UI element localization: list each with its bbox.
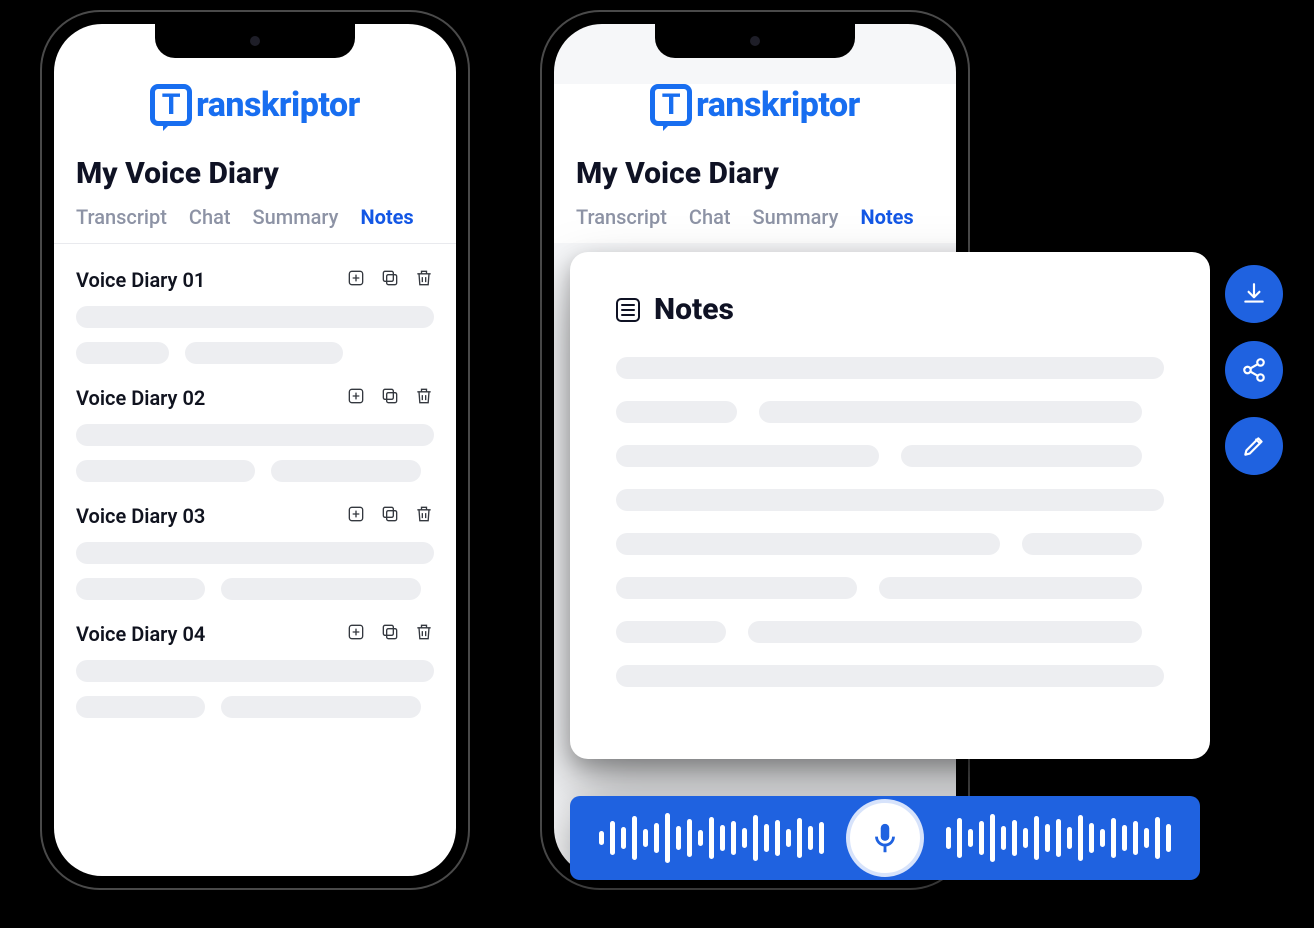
add-note-icon[interactable] [346,268,366,292]
tab-notes[interactable]: Notes [360,205,413,229]
add-note-icon[interactable] [346,622,366,646]
delete-icon[interactable] [414,504,434,528]
notes-card-title: Notes [654,292,734,327]
notes-icon [616,298,640,322]
add-note-icon[interactable] [346,504,366,528]
list-item[interactable]: Voice Diary 01 [76,254,434,364]
voice-diary-list: Voice Diary 01 Voice Diary 02 [54,244,456,718]
list-item-title: Voice Diary 01 [76,268,205,292]
tab-summary[interactable]: Summary [253,205,339,229]
delete-icon[interactable] [414,386,434,410]
download-button[interactable] [1225,265,1283,323]
list-item[interactable]: Voice Diary 04 [76,608,434,718]
tabs: Transcript Chat Summary Notes [554,205,956,243]
record-button[interactable] [846,799,924,877]
list-item-title: Voice Diary 04 [76,622,205,646]
logo-mark: T [150,84,192,126]
share-button[interactable] [1225,341,1283,399]
audio-record-bar [570,796,1200,880]
list-item-actions [346,386,434,410]
copy-icon[interactable] [380,386,400,410]
tab-summary[interactable]: Summary [753,205,839,229]
add-note-icon[interactable] [346,386,366,410]
tab-transcript[interactable]: Transcript [576,205,667,229]
tab-notes[interactable]: Notes [860,205,913,229]
microphone-icon [868,821,902,855]
list-item[interactable]: Voice Diary 03 [76,490,434,600]
download-icon [1241,281,1267,307]
list-item-title: Voice Diary 03 [76,504,205,528]
tab-transcript[interactable]: Transcript [76,205,167,229]
phone-mock-left: T ranskriptor My Voice Diary Transcript … [40,10,470,890]
app-logo: T ranskriptor [54,84,456,126]
tab-chat[interactable]: Chat [689,205,731,229]
list-item-title: Voice Diary 02 [76,386,205,410]
phone-notch [155,24,355,58]
tabs: Transcript Chat Summary Notes [54,205,456,244]
logo-mark: T [650,84,692,126]
delete-icon[interactable] [414,622,434,646]
edit-button[interactable] [1225,417,1283,475]
delete-icon[interactable] [414,268,434,292]
notes-card: Notes [570,252,1210,759]
page-title: My Voice Diary [576,156,956,191]
list-item[interactable]: Voice Diary 02 [76,372,434,482]
tab-chat[interactable]: Chat [189,205,231,229]
list-item-actions [346,268,434,292]
waveform-right [946,814,1171,862]
copy-icon[interactable] [380,504,400,528]
logo-text: ranskriptor [696,85,860,125]
floating-actions [1225,265,1283,475]
edit-icon [1241,433,1267,459]
app-logo: T ranskriptor [554,84,956,126]
phone-notch [655,24,855,58]
list-item-actions [346,504,434,528]
share-icon [1241,357,1267,383]
page-title: My Voice Diary [76,156,456,191]
copy-icon[interactable] [380,268,400,292]
waveform-left [599,813,824,863]
copy-icon[interactable] [380,622,400,646]
list-item-actions [346,622,434,646]
logo-text: ranskriptor [196,85,360,125]
